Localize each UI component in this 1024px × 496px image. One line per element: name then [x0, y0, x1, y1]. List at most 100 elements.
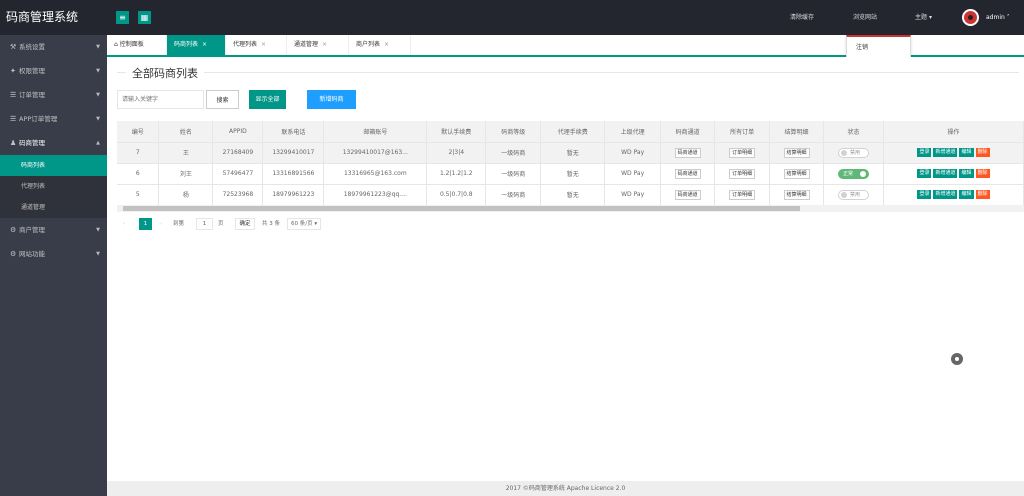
add-channel-button[interactable]: 新增通道 [933, 169, 958, 178]
clear-cache-link[interactable]: 清除缓存 [790, 0, 814, 35]
sidebar-subitem-agent-list[interactable]: 代理列表 [0, 176, 107, 197]
sidebar-item-permissions[interactable]: ✦ 权限管理 ▼ [0, 59, 107, 83]
user-icon: ♟ [10, 139, 17, 147]
cell-email: 13299410017@163... [323, 142, 428, 164]
merchant-table: 编号 姓名 APPID 联系电话 邮箱账号 默认手续费 码商等级 代理手续费 上… [117, 121, 1024, 206]
cell-level: 一级码商 [485, 184, 542, 206]
menu-toggle-icon[interactable]: ≡ [116, 11, 129, 24]
tab-dashboard[interactable]: ⌂ 控制面板 [107, 35, 167, 55]
caret-down-icon: ▼ [96, 44, 100, 50]
status-toggle[interactable]: 正常 [837, 168, 869, 179]
orders-button[interactable]: 订单明细 [729, 168, 756, 179]
column-header[interactable]: 上级代理 [604, 121, 662, 143]
tab-agent-list[interactable]: 代理列表 × [226, 35, 287, 55]
search-button[interactable]: 搜索 [206, 90, 239, 109]
column-header[interactable]: 操作 [883, 121, 1024, 143]
login-button[interactable]: 登录 [917, 190, 932, 199]
floating-settings-button[interactable] [951, 353, 963, 365]
sidebar-subitem-code-merchant-list[interactable]: 码商列表 [0, 155, 107, 176]
edit-button[interactable]: 编辑 [959, 169, 974, 178]
sidebar-item-site-functions[interactable]: ⚙ 网站功能 ▼ [0, 242, 107, 266]
add-channel-button[interactable]: 新增通道 [933, 148, 958, 157]
cell-settle: 结算明细 [769, 142, 825, 164]
sidebar-item-system-settings[interactable]: ⚒ 系统设置 ▼ [0, 35, 107, 59]
cell-email: 18979961223@qq.... [323, 184, 428, 206]
pagination-current-page[interactable]: 1 [139, 218, 152, 230]
page-size-select[interactable]: 60 条/页 ▾ [287, 218, 322, 230]
page-unit-label: 页 [218, 221, 224, 227]
avatar[interactable] [962, 9, 979, 26]
fieldset-line [117, 72, 1019, 73]
theme-menu[interactable]: 主题 ▾ [915, 0, 932, 35]
login-button[interactable]: 登录 [917, 169, 932, 178]
column-header[interactable]: 所有订单 [714, 121, 771, 143]
horizontal-scrollbar[interactable] [117, 205, 1024, 212]
orders-button[interactable]: 订单明细 [729, 147, 756, 158]
logout-menu-item[interactable]: 注销 [856, 37, 910, 58]
sidebar-item-merchants-code[interactable]: ♟ 码商管理 ▲ [0, 131, 107, 155]
tab-channel-management[interactable]: 通道管理 × [287, 35, 349, 55]
delete-button[interactable]: 删除 [975, 169, 990, 178]
column-header[interactable]: 联系电话 [262, 121, 325, 143]
delete-button[interactable]: 删除 [975, 190, 990, 199]
column-header[interactable]: 码商等级 [485, 121, 542, 143]
sidebar-item-shops[interactable]: ⚙ 商户管理 ▼ [0, 218, 107, 242]
login-button[interactable]: 登录 [917, 148, 932, 157]
show-all-button[interactable]: 显示全部 [249, 90, 286, 109]
channel-button[interactable]: 码商通道 [674, 168, 701, 179]
browse-site-link[interactable]: 浏览网站 [853, 0, 877, 35]
column-header[interactable]: 码商通道 [660, 121, 716, 143]
status-toggle[interactable]: 禁用 [837, 189, 869, 200]
column-header[interactable]: 结算明细 [769, 121, 825, 143]
close-icon[interactable]: × [261, 41, 266, 48]
footer: 2017 ©码商管理系统 Apache Licence 2.0 [107, 481, 1024, 496]
column-header[interactable]: 姓名 [158, 121, 214, 143]
edit-button[interactable]: 编辑 [959, 148, 974, 157]
sidebar-item-app-orders[interactable]: ☰ APP订单管理 ▼ [0, 107, 107, 131]
add-channel-button[interactable]: 新增通道 [933, 190, 958, 199]
settlement-button[interactable]: 结算明细 [783, 168, 810, 179]
column-header[interactable]: 默认手续费 [426, 121, 487, 143]
pagination-next[interactable]: › [160, 217, 162, 232]
cell-id: 5 [117, 184, 160, 206]
column-header[interactable]: 邮箱账号 [323, 121, 428, 143]
cell-appid: 57496477 [212, 163, 264, 185]
cell-appid: 27168409 [212, 142, 264, 164]
goto-confirm-button[interactable]: 确定 [235, 218, 255, 230]
cell-phone: 13299410017 [262, 142, 325, 164]
cell-actions: 登录 新增通道 编辑 删除 [883, 184, 1024, 206]
column-header[interactable]: 编号 [117, 121, 160, 143]
cell-orders: 订单明细 [714, 142, 771, 164]
close-icon[interactable]: × [322, 41, 327, 48]
status-toggle[interactable]: 禁用 [837, 147, 869, 158]
channel-button[interactable]: 码商通道 [674, 147, 701, 158]
settlement-button[interactable]: 结算明细 [783, 147, 810, 158]
close-icon[interactable]: × [202, 41, 207, 48]
table-row: 5 杨 72523968 18979961223 18979961223@qq.… [117, 184, 1024, 206]
home-icon: ⌂ [114, 41, 118, 48]
tab-code-merchant-list[interactable]: 码商列表 × [167, 35, 226, 55]
cell-id: 7 [117, 142, 160, 164]
sidebar: 码商管理系统 ⚒ 系统设置 ▼ ✦ 权限管理 ▼ ☰ 订单管理 ▼ ☰ APP订单管理 ▼ ♟ 码… [0, 0, 107, 496]
column-header[interactable]: 代理手续费 [540, 121, 606, 143]
channel-button[interactable]: 码商通道 [674, 189, 701, 200]
main-content: 全部码商列表 搜索 显示全部 新增码商 编号 姓名 APPID 联系电话 邮箱账… [107, 57, 1024, 481]
sidebar-item-orders[interactable]: ☰ 订单管理 ▼ [0, 83, 107, 107]
goto-page-input[interactable]: 1 [196, 218, 213, 230]
delete-button[interactable]: 删除 [975, 148, 990, 157]
sidebar-subitem-channel-management[interactable]: 通道管理 [0, 197, 107, 218]
close-icon[interactable]: × [384, 41, 389, 48]
orders-button[interactable]: 订单明细 [729, 189, 756, 200]
add-merchant-button[interactable]: 新增码商 [307, 90, 356, 109]
edit-button[interactable]: 编辑 [959, 190, 974, 199]
grid-icon[interactable]: ▦ [138, 11, 151, 24]
column-header[interactable]: APPID [212, 121, 264, 143]
search-input[interactable] [117, 90, 204, 109]
caret-down-icon: ▼ [96, 68, 100, 74]
column-header[interactable]: 状态 [823, 121, 884, 143]
pagination-prev[interactable]: ‹ [123, 217, 125, 232]
settlement-button[interactable]: 结算明细 [783, 189, 810, 200]
tab-shop-list[interactable]: 商户列表 × [349, 35, 411, 55]
scrollbar-thumb[interactable] [123, 206, 800, 211]
user-menu[interactable]: admin ˄ [986, 0, 1010, 35]
